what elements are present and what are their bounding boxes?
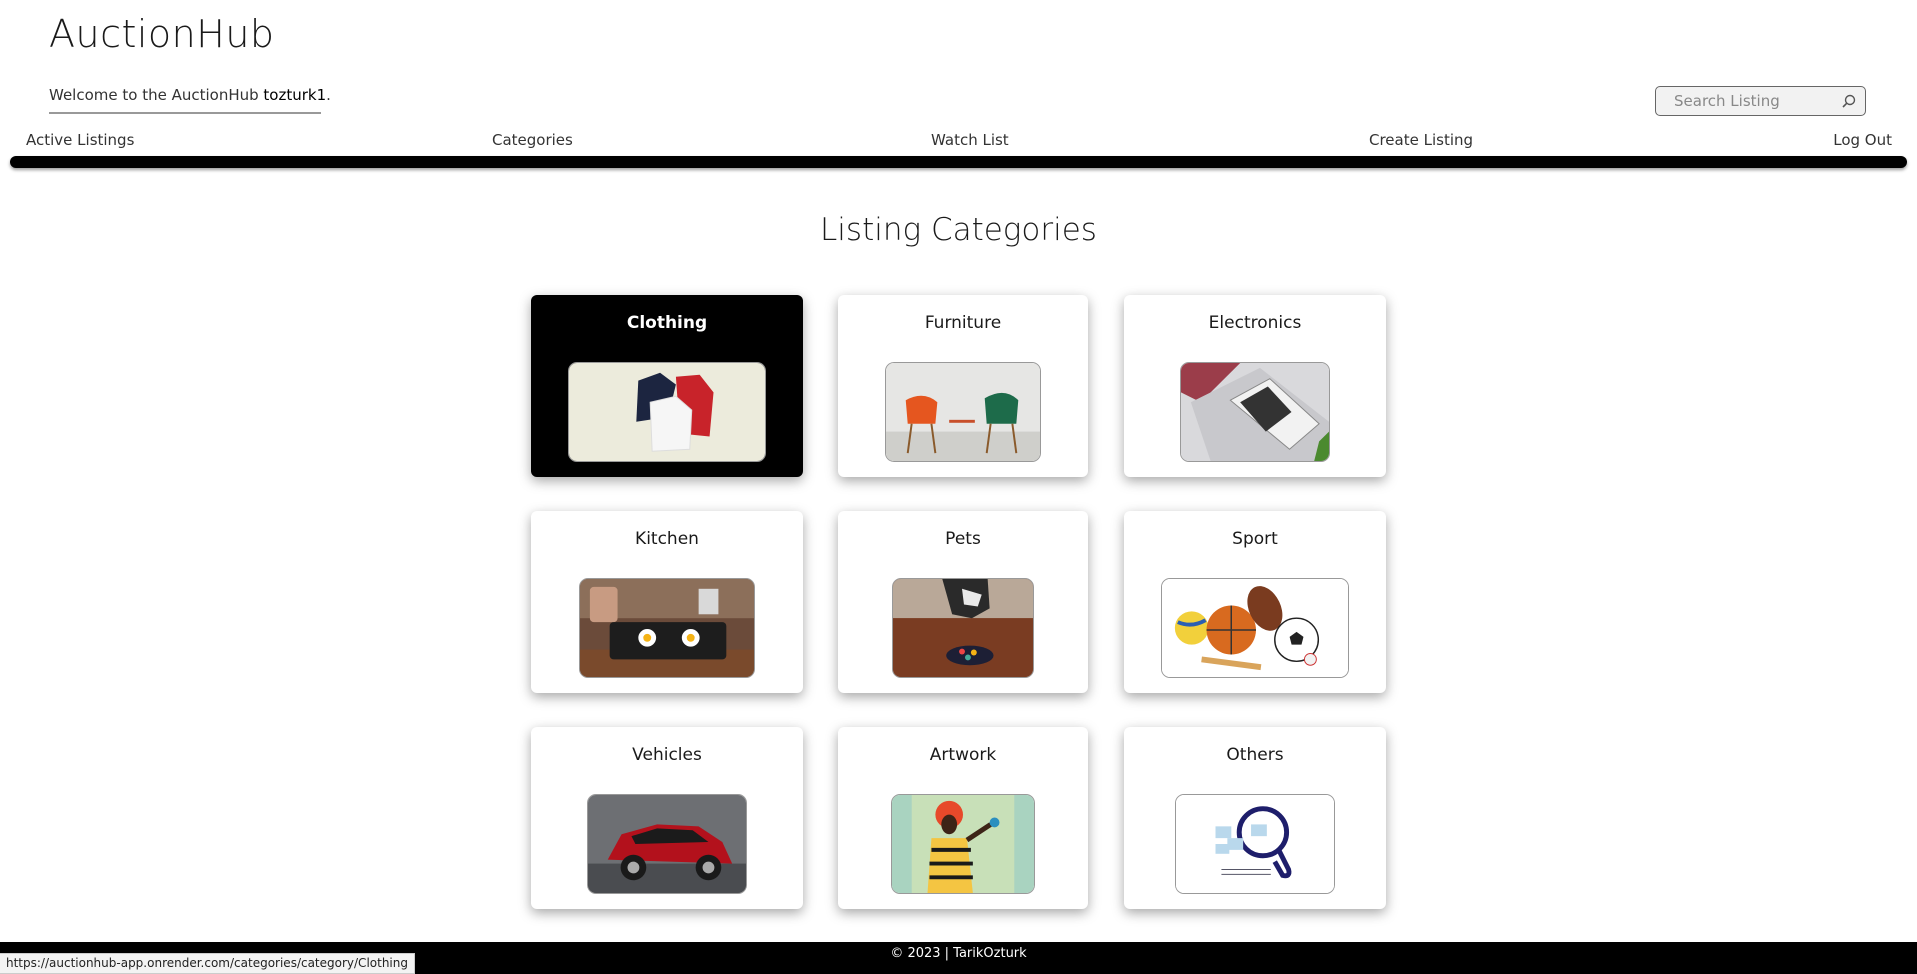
category-card-vehicles[interactable]: Vehicles [531, 727, 803, 909]
nav-log-out[interactable]: Log Out [1833, 131, 1892, 149]
category-title: Clothing [626, 313, 708, 333]
username: tozturk1 [263, 86, 327, 104]
category-title: Pets [945, 529, 981, 549]
category-title: Electronics [1208, 313, 1302, 333]
category-card-furniture[interactable]: Furniture [838, 295, 1088, 477]
nav-divider [10, 156, 1907, 168]
page-title: Listing Categories [820, 212, 1097, 248]
category-title: Kitchen [635, 529, 699, 549]
status-bar-url: https://auctionhub-app.onrender.com/cate… [0, 953, 415, 974]
welcome-suffix: . [326, 86, 331, 104]
category-card-electronics[interactable]: Electronics [1124, 295, 1386, 477]
category-card-pets[interactable]: Pets [838, 511, 1088, 693]
search-icon[interactable] [1841, 93, 1857, 109]
brand-title: AuctionHub [49, 12, 275, 56]
category-card-sport[interactable]: Sport [1124, 511, 1386, 693]
search-box[interactable] [1655, 86, 1866, 116]
category-card-kitchen[interactable]: Kitchen [531, 511, 803, 693]
artwork-painting-image [891, 794, 1035, 894]
furniture-chairs-image [885, 362, 1041, 462]
nav-categories[interactable]: Categories [492, 131, 573, 149]
pets-dog-image [892, 578, 1034, 678]
clothing-jackets-image [568, 362, 766, 462]
nav-active-listings[interactable]: Active Listings [26, 131, 134, 149]
vehicles-red-car-image [587, 794, 747, 894]
main-nav: Active Listings Categories Watch List Cr… [0, 131, 1917, 153]
nav-create-listing[interactable]: Create Listing [1369, 131, 1473, 149]
sport-balls-image [1161, 578, 1349, 678]
welcome-prefix: Welcome to the AuctionHub [49, 86, 264, 104]
category-title: Sport [1232, 529, 1278, 549]
category-title: Vehicles [632, 745, 702, 765]
category-title: Furniture [924, 313, 1002, 333]
others-magnifier-image [1175, 794, 1335, 894]
search-input[interactable] [1674, 92, 1834, 110]
category-card-artwork[interactable]: Artwork [838, 727, 1088, 909]
kitchen-griddle-image [579, 578, 755, 678]
welcome-message: Welcome to the AuctionHub tozturk1. [49, 86, 331, 114]
category-title: Artwork [929, 745, 997, 765]
category-title: Others [1226, 745, 1284, 765]
nav-watch-list[interactable]: Watch List [931, 131, 1009, 149]
electronics-laptop-image [1180, 362, 1330, 462]
category-card-clothing[interactable]: Clothing [531, 295, 803, 477]
category-card-others[interactable]: Others [1124, 727, 1386, 909]
